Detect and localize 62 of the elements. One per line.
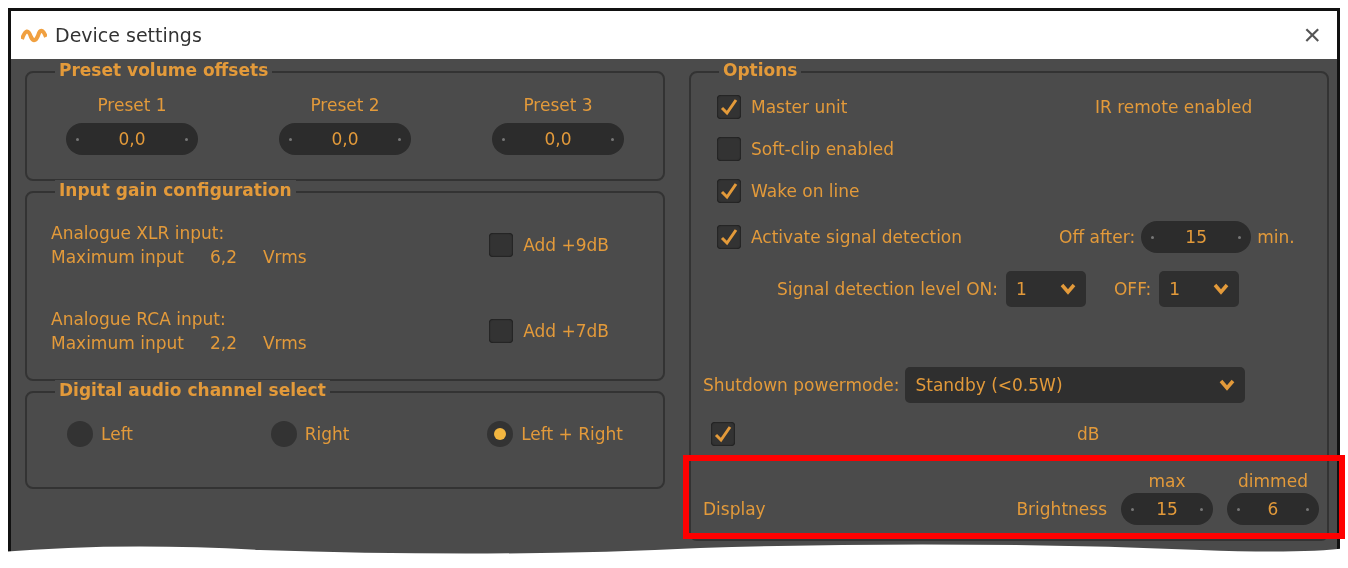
radio-button[interactable] bbox=[487, 421, 514, 447]
chevron-down-icon bbox=[1219, 379, 1236, 391]
column-label: max bbox=[1148, 471, 1186, 491]
checkbox-label: Master unit bbox=[751, 97, 849, 117]
window-title: Device settings bbox=[55, 24, 203, 46]
number-spinner[interactable]: 15 bbox=[1141, 221, 1252, 253]
input-name: Analogue XLR input: bbox=[51, 223, 226, 243]
max-input-label: Maximum input bbox=[51, 247, 184, 267]
preset-label: Preset 2 bbox=[310, 95, 380, 115]
number-spinner[interactable]: 15 bbox=[1121, 493, 1213, 525]
checkbox-label: Add +9dB bbox=[523, 235, 609, 255]
number-spinner[interactable]: 0,0 bbox=[492, 123, 624, 155]
preset-label: Preset 1 bbox=[97, 95, 167, 115]
radio-button[interactable] bbox=[67, 421, 93, 447]
max-input-value: 6,2 bbox=[209, 247, 237, 267]
status-label: IR remote enabled bbox=[1095, 97, 1253, 117]
radio-label: Left + Right bbox=[521, 424, 623, 444]
checkbox-label: Wake on line bbox=[751, 181, 861, 201]
checkmark-icon bbox=[714, 425, 732, 443]
checkmark-icon bbox=[720, 182, 738, 200]
field-label: Brightness bbox=[1016, 499, 1107, 519]
chevron-down-icon bbox=[1059, 283, 1076, 295]
checkbox-label: Soft-clip enabled bbox=[751, 139, 896, 159]
level-dropdown[interactable]: 1 bbox=[1005, 271, 1086, 307]
group-title: Digital audio channel select bbox=[55, 380, 330, 400]
number-spinner[interactable]: 0,0 bbox=[66, 123, 198, 155]
max-input-value: 2,2 bbox=[209, 333, 237, 353]
chevron-down-icon bbox=[1213, 283, 1230, 295]
number-spinner[interactable]: 6 bbox=[1227, 493, 1319, 525]
checkbox[interactable] bbox=[489, 319, 514, 343]
checkbox[interactable] bbox=[717, 95, 741, 119]
group-title: Input gain configuration bbox=[55, 180, 296, 200]
unit-label: Vrms bbox=[262, 247, 307, 267]
checkbox-label: Activate signal detection bbox=[751, 227, 964, 247]
checkbox[interactable] bbox=[489, 233, 514, 257]
unit-label: min. bbox=[1257, 227, 1295, 247]
powermode-dropdown[interactable]: Standby (<0.5W) bbox=[905, 367, 1246, 403]
group-title: Options bbox=[719, 60, 802, 80]
checkbox[interactable] bbox=[717, 225, 741, 249]
checkmark-icon bbox=[720, 98, 738, 116]
checkbox[interactable] bbox=[711, 422, 735, 446]
unit-label: dB bbox=[1077, 424, 1100, 444]
field-label: Signal detection level ON: bbox=[777, 279, 998, 299]
section-label: Display bbox=[703, 499, 766, 519]
checkbox[interactable] bbox=[717, 137, 741, 161]
preset-label: Preset 3 bbox=[523, 95, 593, 115]
input-name: Analogue RCA input: bbox=[51, 309, 227, 329]
radio-label: Right bbox=[304, 424, 350, 444]
radio-label: Left bbox=[101, 424, 133, 444]
field-label: OFF: bbox=[1113, 279, 1152, 299]
max-input-label: Maximum input bbox=[51, 333, 184, 353]
checkbox[interactable] bbox=[717, 179, 741, 203]
unit-label: Vrms bbox=[262, 333, 307, 353]
field-label: Off after: bbox=[1059, 227, 1136, 247]
level-dropdown[interactable]: 1 bbox=[1159, 271, 1240, 307]
checkmark-icon bbox=[720, 228, 738, 246]
column-label: dimmed bbox=[1238, 471, 1308, 491]
close-button[interactable]: × bbox=[1297, 20, 1327, 50]
checkbox-label: Add +7dB bbox=[523, 321, 609, 341]
number-spinner[interactable]: 0,0 bbox=[279, 123, 411, 155]
radio-button[interactable] bbox=[270, 421, 297, 447]
field-label: Shutdown powermode: bbox=[703, 375, 900, 395]
